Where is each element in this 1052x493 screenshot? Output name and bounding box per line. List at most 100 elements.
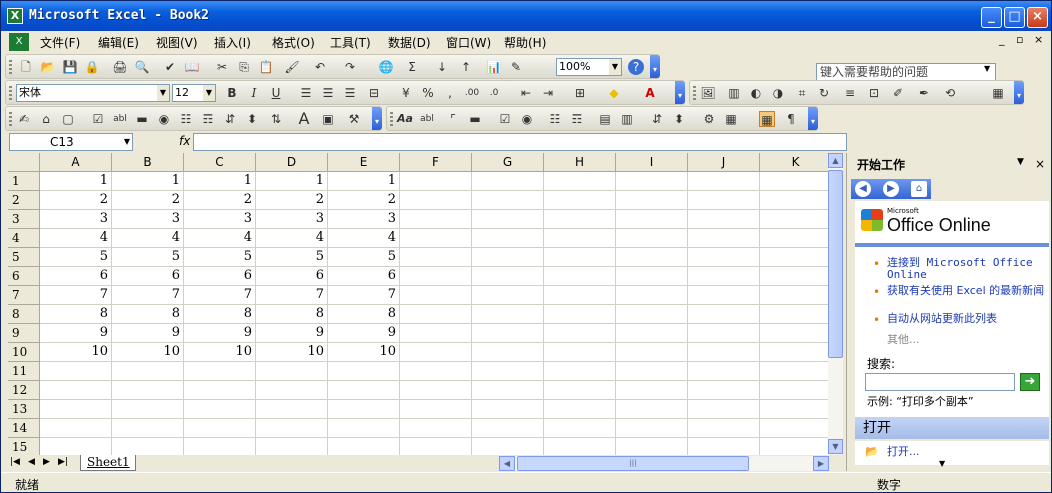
- cell-g3[interactable]: [472, 210, 544, 229]
- cell-f13[interactable]: [400, 400, 472, 419]
- drawing-icon[interactable]: ✎: [508, 59, 524, 75]
- column-header-c[interactable]: C: [184, 153, 256, 172]
- cell-a8[interactable]: 8: [40, 305, 112, 324]
- cell-b6[interactable]: 6: [112, 267, 184, 286]
- button-tool-icon[interactable]: ▢: [60, 111, 76, 127]
- redo-icon[interactable]: ↷: [342, 59, 358, 75]
- cell-g15[interactable]: [472, 438, 544, 455]
- print-icon[interactable]: 🖨: [112, 59, 128, 75]
- insert-picture-icon[interactable]: 🖼: [700, 85, 716, 101]
- formula-input[interactable]: [193, 133, 847, 151]
- first-sheet-icon[interactable]: |◀: [10, 455, 20, 470]
- cell-j2[interactable]: [688, 191, 760, 210]
- cell-a2[interactable]: 2: [40, 191, 112, 210]
- cell-g10[interactable]: [472, 343, 544, 362]
- sort-ascending-icon[interactable]: ↓: [434, 59, 450, 75]
- cell-k6[interactable]: [760, 267, 828, 286]
- cell-d13[interactable]: [256, 400, 328, 419]
- font-color-icon[interactable]: A: [642, 85, 658, 101]
- cell-c8[interactable]: 8: [184, 305, 256, 324]
- next-sheet-icon[interactable]: ▶: [43, 455, 50, 470]
- cell-k5[interactable]: [760, 248, 828, 267]
- cell-k7[interactable]: [760, 286, 828, 305]
- scroll-up-icon[interactable]: ▲: [828, 153, 843, 168]
- row-header-12[interactable]: 12: [8, 381, 40, 400]
- cell-a6[interactable]: 6: [40, 267, 112, 286]
- copy-icon[interactable]: ⎘: [236, 59, 252, 75]
- open-file-link[interactable]: 📂 打开...: [855, 441, 1049, 465]
- cell-g11[interactable]: [472, 362, 544, 381]
- cell-i3[interactable]: [616, 210, 688, 229]
- cell-d15[interactable]: [256, 438, 328, 455]
- cell-c14[interactable]: [184, 419, 256, 438]
- menu-file[interactable]: 文件(F): [40, 34, 80, 51]
- cell-a13[interactable]: [40, 400, 112, 419]
- align-right-icon[interactable]: ☰: [342, 85, 358, 101]
- row-header-11[interactable]: 11: [8, 362, 40, 381]
- help-icon[interactable]: ?: [628, 59, 644, 75]
- cell-c2[interactable]: 2: [184, 191, 256, 210]
- menu-view[interactable]: 视图(V): [156, 34, 198, 51]
- checkbox-tool-icon[interactable]: ☑: [90, 111, 106, 127]
- cell-f15[interactable]: [400, 438, 472, 455]
- help-question-input[interactable]: 键入需要帮助的问题: [816, 63, 996, 81]
- color-icon[interactable]: ▥: [726, 85, 742, 101]
- view-code-icon[interactable]: ▦: [723, 111, 739, 127]
- link-connect-online[interactable]: 连接到 Microsoft Office Online: [887, 257, 1045, 281]
- cell-a5[interactable]: 5: [40, 248, 112, 267]
- document-icon[interactable]: X: [9, 33, 29, 51]
- cell-c13[interactable]: [184, 400, 256, 419]
- fx-icon[interactable]: fx: [179, 134, 190, 148]
- format-picture-icon[interactable]: ✐: [890, 85, 906, 101]
- cell-d3[interactable]: 3: [256, 210, 328, 229]
- cell-b12[interactable]: [112, 381, 184, 400]
- cell-d10[interactable]: 10: [256, 343, 328, 362]
- cell-b5[interactable]: 5: [112, 248, 184, 267]
- scroll-bar-icon[interactable]: ⇵: [222, 111, 238, 127]
- cell-a1[interactable]: 1: [40, 172, 112, 191]
- cell-e4[interactable]: 4: [328, 229, 400, 248]
- cell-d6[interactable]: 6: [256, 267, 328, 286]
- pane-search-input[interactable]: [865, 373, 1015, 391]
- cell-h6[interactable]: [544, 267, 616, 286]
- vertical-scroll-thumb[interactable]: [828, 170, 843, 358]
- cell-a10[interactable]: 10: [40, 343, 112, 362]
- radio-tool-icon[interactable]: ◉: [156, 111, 172, 127]
- fill-color-icon[interactable]: ◆: [606, 85, 622, 101]
- cell-f1[interactable]: [400, 172, 472, 191]
- cell-j8[interactable]: [688, 305, 760, 324]
- cell-k12[interactable]: [760, 381, 828, 400]
- cell-c15[interactable]: [184, 438, 256, 455]
- cell-j14[interactable]: [688, 419, 760, 438]
- cell-k10[interactable]: [760, 343, 828, 362]
- menu-format[interactable]: 格式(O): [272, 34, 315, 51]
- cell-a12[interactable]: [40, 381, 112, 400]
- cell-g2[interactable]: [472, 191, 544, 210]
- vertical-scrollbar[interactable]: ▲ ▼: [828, 153, 843, 455]
- decrease-decimal-icon[interactable]: .0: [486, 85, 502, 101]
- column-header-g[interactable]: G: [472, 153, 544, 172]
- row-header-5[interactable]: 5: [8, 248, 40, 267]
- cell-g6[interactable]: [472, 267, 544, 286]
- hyperlink-icon[interactable]: 🌐: [378, 59, 394, 75]
- option-control-icon[interactable]: ◉: [519, 111, 535, 127]
- cell-h4[interactable]: [544, 229, 616, 248]
- link-auto-update[interactable]: 自动从网站更新此列表: [887, 313, 1045, 325]
- toolbar-options-icon[interactable]: ▾: [808, 107, 818, 130]
- excel-app-icon[interactable]: X: [7, 8, 23, 24]
- cell-b14[interactable]: [112, 419, 184, 438]
- align-left-icon[interactable]: ☰: [298, 85, 314, 101]
- cell-c5[interactable]: 5: [184, 248, 256, 267]
- paste-icon[interactable]: 📋: [258, 59, 274, 75]
- cell-d7[interactable]: 7: [256, 286, 328, 305]
- cell-b13[interactable]: [112, 400, 184, 419]
- font-name-select[interactable]: 宋体 ▼: [16, 84, 170, 102]
- cell-i13[interactable]: [616, 400, 688, 419]
- reset-icon[interactable]: ▦: [990, 85, 1006, 101]
- cell-g12[interactable]: [472, 381, 544, 400]
- cell-k1[interactable]: [760, 172, 828, 191]
- cell-i4[interactable]: [616, 229, 688, 248]
- text-tool-icon[interactable]: A: [296, 111, 312, 127]
- label-tool-icon[interactable]: ✍: [16, 111, 32, 127]
- row-header-15[interactable]: 15: [8, 438, 40, 455]
